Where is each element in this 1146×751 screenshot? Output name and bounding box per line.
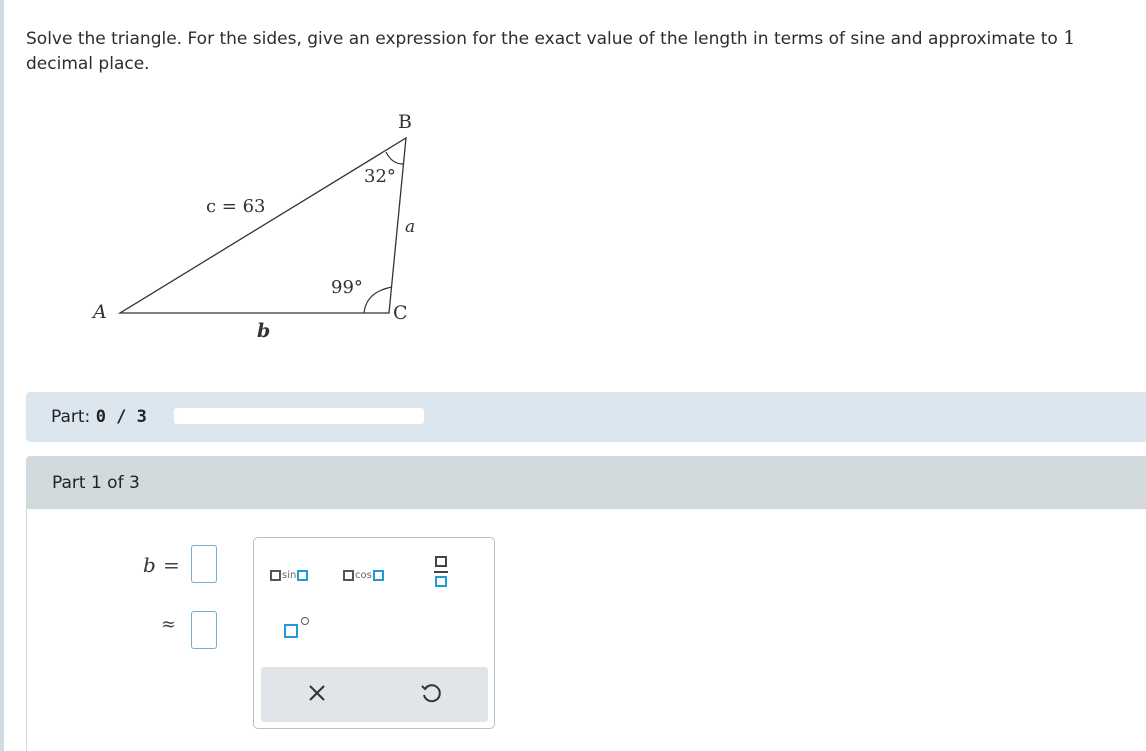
- side-c-label: c = 63: [206, 196, 266, 217]
- part-progress-count: 0 / 3: [95, 407, 147, 427]
- undo-icon[interactable]: [419, 681, 443, 705]
- cos-button[interactable]: cos: [343, 565, 384, 584]
- angle-c-arc: [363, 286, 393, 314]
- sin-arg-box-icon: [297, 570, 309, 581]
- progress-track: [174, 408, 424, 424]
- degree-box-icon: [284, 624, 298, 638]
- fraction-bar-icon: [434, 571, 448, 573]
- approx-answer-input[interactable]: [191, 611, 217, 649]
- math-palette: sin cos: [253, 537, 495, 729]
- cos-label: cos: [355, 570, 372, 581]
- part-progress-bar: Part: 0 / 3: [26, 392, 1146, 442]
- angle-b-arc: [385, 151, 404, 165]
- vertex-b-label: B: [398, 111, 412, 133]
- numerator-box-icon: [435, 556, 447, 567]
- side-b-label: b: [257, 320, 270, 342]
- variable-b-label: b: [143, 553, 156, 577]
- triangle-shape: [117, 136, 407, 314]
- problem-number: 1: [1063, 27, 1076, 49]
- denominator-box-icon: [435, 576, 447, 587]
- equals-sign: =: [163, 553, 180, 577]
- close-icon[interactable]: [305, 681, 329, 705]
- problem-statement: Solve the triangle. For the sides, give …: [26, 26, 1126, 77]
- sin-button[interactable]: sin: [270, 565, 309, 584]
- cos-coeff-box-icon: [343, 570, 354, 581]
- problem-text-end: decimal place.: [26, 54, 150, 74]
- angle-c-label: 99°: [331, 277, 363, 298]
- vertex-a-label: A: [91, 301, 107, 323]
- approx-sign: ≈: [161, 614, 177, 635]
- triangle-figure: B 32° c = 63 a 99° A C b: [91, 111, 415, 342]
- degree-button[interactable]: [284, 617, 309, 642]
- exact-answer-input[interactable]: [191, 545, 217, 583]
- part-header: Part 1 of 3: [26, 456, 1146, 509]
- part-label-prefix: Part:: [51, 407, 91, 427]
- palette-action-bar: [261, 667, 488, 722]
- degree-icon: [301, 617, 309, 625]
- sin-label: sin: [282, 570, 297, 581]
- part-title: Part 1 of 3: [52, 473, 140, 493]
- fraction-button[interactable]: [434, 554, 448, 588]
- vertex-c-label: C: [393, 302, 408, 324]
- part-progress-label: Part: 0 / 3: [51, 407, 147, 427]
- angle-b-label: 32°: [364, 166, 396, 187]
- problem-text: Solve the triangle. For the sides, give …: [26, 29, 1058, 49]
- side-a-label: a: [405, 217, 415, 237]
- sin-coeff-box-icon: [270, 570, 281, 581]
- cos-arg-box-icon: [372, 570, 384, 581]
